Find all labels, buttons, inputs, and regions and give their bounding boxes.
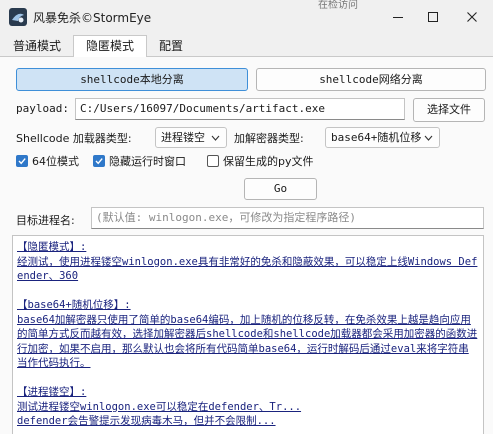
keep-py-file-checkbox[interactable]: 保留生成的py文件 <box>207 153 314 169</box>
payload-path-input[interactable]: C:/Users/16097/Documents/artifact.exe <box>75 98 405 120</box>
payload-label: payload: <box>16 102 69 115</box>
close-button[interactable] <box>453 0 491 34</box>
info-base64-shift: 【base64+随机位移】: base64加解密器只使用了简单的base64编码… <box>17 299 478 369</box>
hide-window-checkbox[interactable]: 隐藏运行时窗口 <box>93 153 186 169</box>
shellcode-local-split-button[interactable]: shellcode本地分离 <box>16 68 248 91</box>
chevron-down-icon <box>211 135 220 141</box>
keep-py-file-label: 保留生成的py文件 <box>223 155 314 168</box>
encryptor-type-value: base64+随机位移 <box>331 131 422 144</box>
maximize-button[interactable] <box>414 0 452 34</box>
checkbox-unchecked-icon <box>207 155 219 167</box>
loader-type-select[interactable]: 进程镂空 <box>155 127 227 148</box>
mode-tab-bar: 普通模式 隐匿模式 配置 <box>0 34 493 58</box>
chevron-down-icon <box>424 135 433 141</box>
tab-stealth-mode[interactable]: 隐匿模式 <box>73 35 147 58</box>
background-window-text: 在检访问 <box>318 0 358 11</box>
maximize-icon <box>428 12 438 22</box>
tab-config[interactable]: 配置 <box>150 36 192 56</box>
x64-mode-checkbox[interactable]: 64位模式 <box>16 153 79 169</box>
loader-type-value: 进程镂空 <box>161 131 205 144</box>
info-stealth-mode: 【隐匿模式】: 经测试，使用进程镂空winlogon.exe具有非常好的免杀和隐… <box>17 241 478 282</box>
target-process-input[interactable]: (默认值: winlogon.exe，可修改为指定程序路径) <box>91 207 484 229</box>
x64-mode-label: 64位模式 <box>32 155 79 168</box>
minimize-icon <box>393 17 403 18</box>
minimize-button[interactable] <box>379 0 417 34</box>
app-logo-icon <box>9 8 27 26</box>
shellcode-network-split-button[interactable]: shellcode网络分离 <box>256 68 486 91</box>
window-title: 风暴免杀©StormEye <box>33 11 152 25</box>
encryptor-type-label: 加解密器类型: <box>234 132 304 145</box>
encryptor-type-select[interactable]: base64+随机位移 <box>325 127 440 148</box>
info-process-hollowing: 【进程镂空】: 测试进程镂空winlogon.exe可以稳定在defender、… <box>17 386 302 427</box>
go-button[interactable]: Go <box>244 178 317 200</box>
hide-window-label: 隐藏运行时窗口 <box>109 155 186 168</box>
checkbox-checked-icon <box>16 155 28 167</box>
close-icon <box>467 12 477 22</box>
loader-type-label: Shellcode 加载器类型: <box>16 132 132 145</box>
info-text-area[interactable]: 【隐匿模式】: 经测试，使用进程镂空winlogon.exe具有非常好的免杀和隐… <box>12 235 484 434</box>
checkbox-checked-icon <box>93 155 105 167</box>
choose-file-button[interactable]: 选择文件 <box>413 98 485 122</box>
target-process-label: 目标进程名: <box>16 214 75 227</box>
tab-normal-mode[interactable]: 普通模式 <box>3 36 71 56</box>
title-bar: 在检访问 风暴免杀©StormEye <box>0 0 493 34</box>
app-window: 在检访问 风暴免杀©StormEye 普通模式 隐匿模式 配置 shellcod… <box>0 0 493 434</box>
